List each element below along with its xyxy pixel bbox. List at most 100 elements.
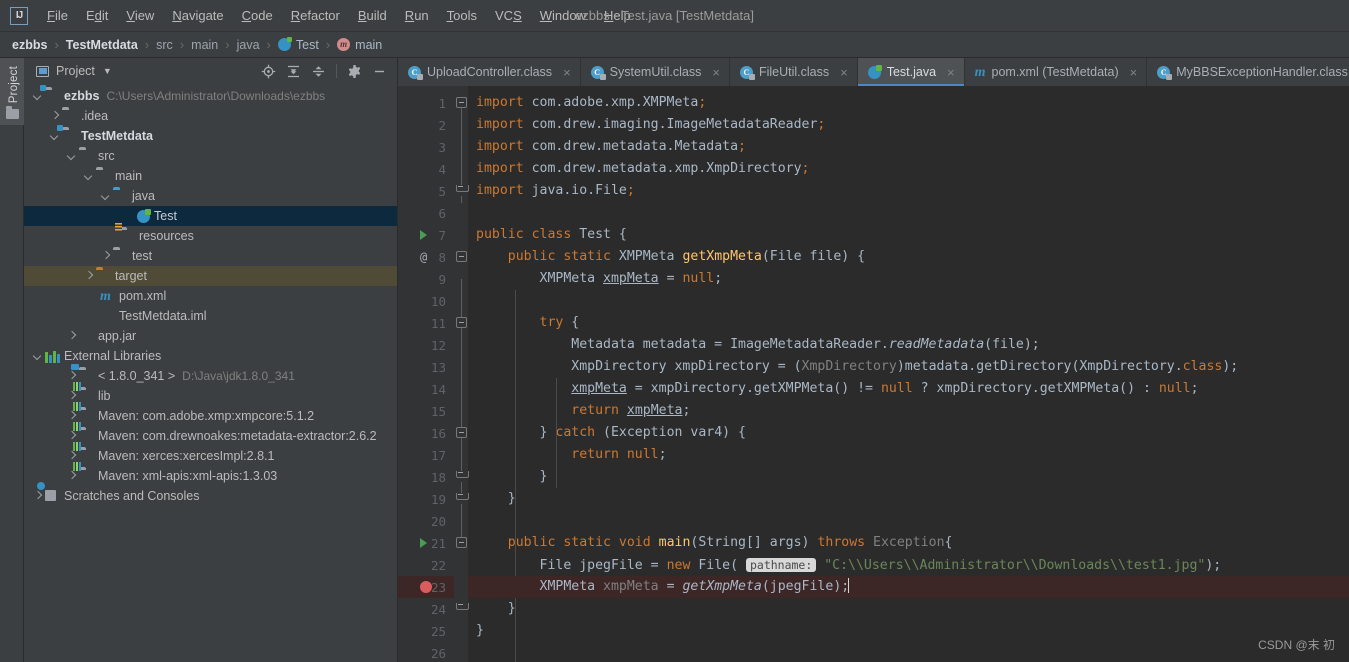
breadcrumb-item-src[interactable]: src: [156, 38, 173, 52]
run-method-gutter-icon[interactable]: [420, 532, 427, 554]
close-icon[interactable]: ×: [840, 65, 848, 80]
breadcrumb-item-java[interactable]: java: [237, 38, 260, 52]
tree-row-src[interactable]: src: [24, 146, 397, 166]
code-editor[interactable]: 1 2 3 4 5 6 7 @ 8 9 10 11 12 13 14 15 16…: [398, 86, 1349, 662]
chevron-down-icon[interactable]: [32, 91, 43, 102]
menu-refactor[interactable]: Refactor: [282, 5, 349, 26]
menu-code[interactable]: Code: [233, 5, 282, 26]
fold-end-icon[interactable]: [456, 471, 469, 482]
minimize-icon[interactable]: [372, 64, 387, 79]
tree-row-maven-xmlapis[interactable]: Maven: xml-apis:xml-apis:1.3.03: [24, 461, 397, 486]
tree-row-ezbbs[interactable]: ezbbs C:\Users\Administrator\Downloads\e…: [24, 84, 397, 106]
fold-end-icon[interactable]: [456, 493, 469, 504]
locate-icon[interactable]: [261, 64, 276, 79]
editor-tab-uploadcontroller[interactable]: C UploadController.class ×: [398, 58, 581, 86]
breadcrumb-item-method[interactable]: m main: [337, 38, 382, 52]
editor-gutter[interactable]: 1 2 3 4 5 6 7 @ 8 9 10 11 12 13 14 15 16…: [398, 86, 454, 662]
chevron-right-icon[interactable]: [66, 391, 77, 402]
menu-edit[interactable]: Edit: [77, 5, 117, 26]
line-number: 5: [438, 183, 446, 199]
editor-tab-fileutil[interactable]: C FileUtil.class ×: [729, 58, 858, 86]
menu-file[interactable]: File: [38, 5, 77, 26]
module-folder-icon: [40, 84, 60, 103]
breakpoint-icon[interactable]: [420, 576, 432, 598]
chevron-right-icon[interactable]: [66, 471, 77, 482]
close-icon[interactable]: ×: [563, 65, 571, 80]
close-icon[interactable]: ×: [947, 65, 955, 80]
chevron-down-icon[interactable]: [32, 351, 43, 362]
tree-row-iml[interactable]: TestMetdata.iml: [24, 306, 397, 326]
annotation-gutter-icon[interactable]: @: [420, 246, 427, 268]
run-class-gutter-icon[interactable]: [420, 224, 427, 246]
editor-tab-pom-xml[interactable]: m pom.xml (TestMetdata) ×: [964, 58, 1148, 86]
menu-vcs[interactable]: VCS: [486, 5, 531, 26]
fold-collapse-icon[interactable]: [456, 97, 467, 108]
tree-row-test-folder[interactable]: test: [24, 246, 397, 266]
breadcrumb-method-label: main: [355, 37, 383, 52]
editor-tab-test-java[interactable]: Test.java ×: [857, 58, 965, 86]
chevron-down-icon[interactable]: [100, 191, 111, 202]
menu-build[interactable]: Build: [349, 5, 396, 26]
tree-row-testmetdata[interactable]: TestMetdata: [24, 124, 397, 146]
expand-all-icon[interactable]: [286, 64, 301, 79]
tree-row-scratches[interactable]: Scratches and Consoles: [24, 486, 397, 506]
close-icon[interactable]: ×: [1130, 65, 1138, 80]
tab-label: MyBBSExceptionHandler.class: [1176, 65, 1348, 79]
line-number: 17: [430, 447, 446, 463]
fold-collapse-icon[interactable]: [456, 251, 467, 262]
editor-tab-systemutil[interactable]: C SystemUtil.class ×: [580, 58, 730, 86]
collapse-all-icon[interactable]: [311, 64, 326, 79]
breadcrumb-item-class[interactable]: Test: [277, 37, 319, 52]
tree-row-pom[interactable]: m pom.xml: [24, 286, 397, 306]
breadcrumb-item-project[interactable]: ezbbs: [12, 38, 47, 52]
chevron-right-icon[interactable]: [83, 271, 94, 282]
fold-end-icon[interactable]: [456, 603, 469, 614]
tree-row-resources[interactable]: resources: [24, 222, 397, 246]
chevron-right-icon[interactable]: [66, 331, 77, 342]
chevron-right-icon[interactable]: [100, 251, 111, 262]
chevron-down-icon[interactable]: [66, 151, 77, 162]
tree-row-test-class[interactable]: Test: [24, 206, 397, 226]
iml-icon: [100, 310, 115, 323]
fold-collapse-icon[interactable]: [456, 317, 467, 328]
menu-navigate[interactable]: Navigate: [163, 5, 232, 26]
breadcrumb-item-module[interactable]: TestMetdata: [66, 38, 138, 52]
chevron-down-icon[interactable]: [49, 131, 60, 142]
menu-run[interactable]: Run: [396, 5, 438, 26]
chevron-right-icon[interactable]: [66, 451, 77, 462]
chevron-down-icon[interactable]: [83, 171, 94, 182]
tree-label: target: [115, 269, 147, 283]
code-line-17: return null;: [571, 447, 667, 462]
gear-icon[interactable]: [347, 64, 362, 79]
chevron-right-icon[interactable]: [66, 371, 77, 382]
tree-row-main[interactable]: main: [24, 166, 397, 186]
menu-tools[interactable]: Tools: [438, 5, 486, 26]
tree-label: Maven: com.drewnoakes:metadata-extractor…: [98, 429, 377, 443]
tree-row-external-libraries[interactable]: External Libraries: [24, 346, 397, 366]
breadcrumb-item-main[interactable]: main: [191, 38, 218, 52]
tree-row-idea[interactable]: .idea: [24, 106, 397, 126]
tree-row-appjar[interactable]: app.jar: [24, 326, 397, 346]
fold-end-icon[interactable]: [456, 185, 469, 196]
fold-collapse-icon[interactable]: [456, 537, 467, 548]
menu-view[interactable]: View: [117, 5, 163, 26]
chevron-right-icon[interactable]: [66, 411, 77, 422]
folder-icon: [62, 110, 77, 123]
project-tree[interactable]: ezbbs C:\Users\Administrator\Downloads\e…: [24, 84, 397, 662]
tree-row-target[interactable]: target: [24, 266, 397, 286]
code-line-5: import java.io.File;: [476, 183, 635, 198]
chevron-right-icon[interactable]: [49, 111, 60, 122]
editor-text[interactable]: import com.adobe.xmp.XMPMeta; import com…: [468, 86, 1349, 662]
close-icon[interactable]: ×: [712, 65, 720, 80]
chevron-right-icon[interactable]: [66, 431, 77, 442]
chevron-right-icon[interactable]: [32, 491, 43, 502]
chevron-down-icon[interactable]: ▼: [103, 66, 112, 76]
editor-tab-mybbsexceptionhandler[interactable]: C MyBBSExceptionHandler.class ×: [1147, 58, 1349, 86]
library-icon: [73, 421, 94, 443]
tree-row-java[interactable]: java: [24, 186, 397, 206]
editor-fold-column[interactable]: [454, 86, 469, 662]
tool-window-button-project[interactable]: Project: [0, 58, 24, 126]
code-line-9: XMPMeta xmpMeta = null;: [476, 271, 723, 286]
fold-collapse-icon[interactable]: [456, 427, 467, 438]
